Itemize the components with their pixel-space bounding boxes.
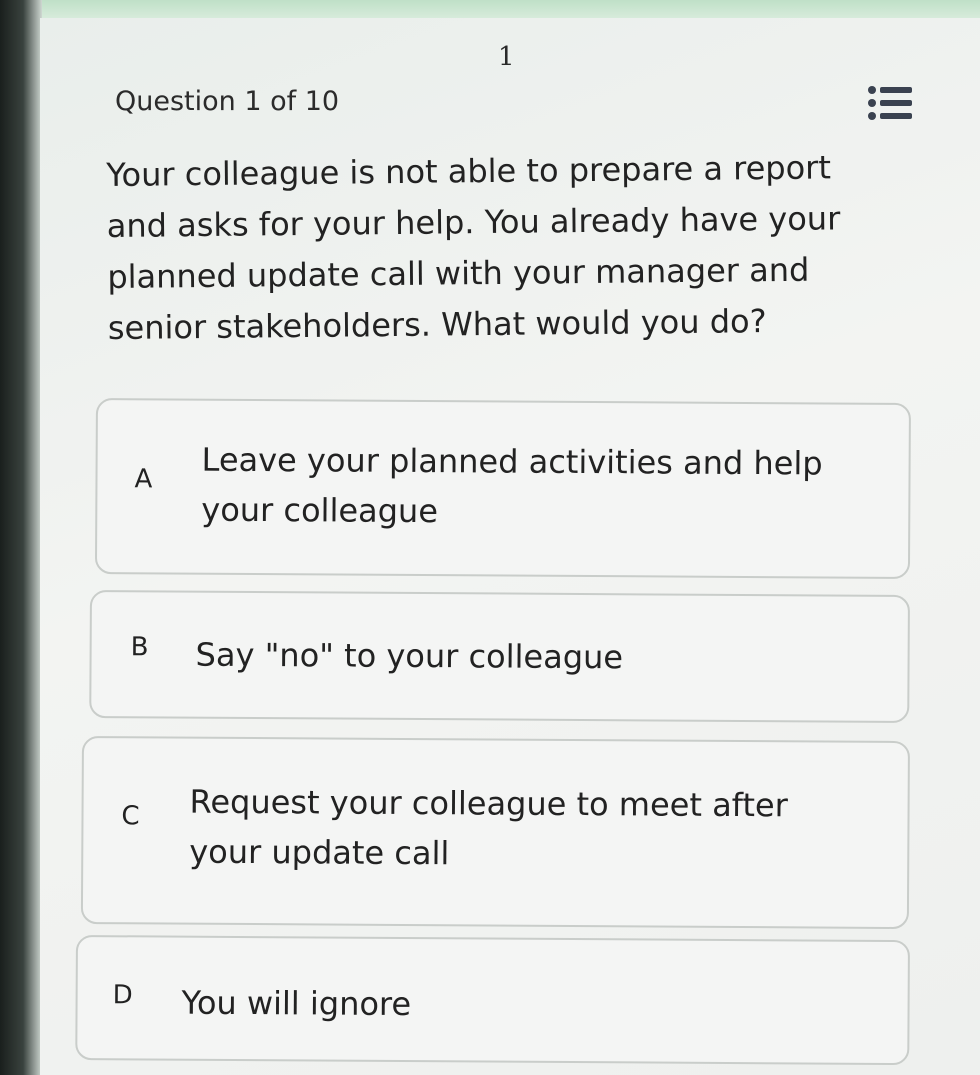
question-list-button[interactable] [866,84,914,122]
option-b[interactable]: B Say "no" to your colleague [89,590,910,724]
option-c[interactable]: C Request your colleague to meet after y… [80,736,910,930]
option-letter: B [130,632,149,663]
option-a[interactable]: A Leave your planned activities and help… [94,398,911,579]
option-text: Request your colleague to meet after you… [189,782,788,873]
window-top-bar [0,0,980,20]
question-counter: Question 1 of 10 [115,86,340,117]
option-text: You will ignore [181,983,412,1024]
page-number: 1 [498,42,515,72]
question-text: Your colleague is not able to prepare a … [106,148,841,347]
option-letter: C [121,801,140,832]
list-icon [868,86,912,120]
option-d[interactable]: D You will ignore [75,935,910,1066]
option-text: Say "no" to your colleague [195,635,624,677]
option-text: Leave your planned activities and help y… [201,440,823,531]
option-letter: A [134,464,153,495]
option-letter: D [112,980,133,1011]
device-bezel [0,0,42,1075]
